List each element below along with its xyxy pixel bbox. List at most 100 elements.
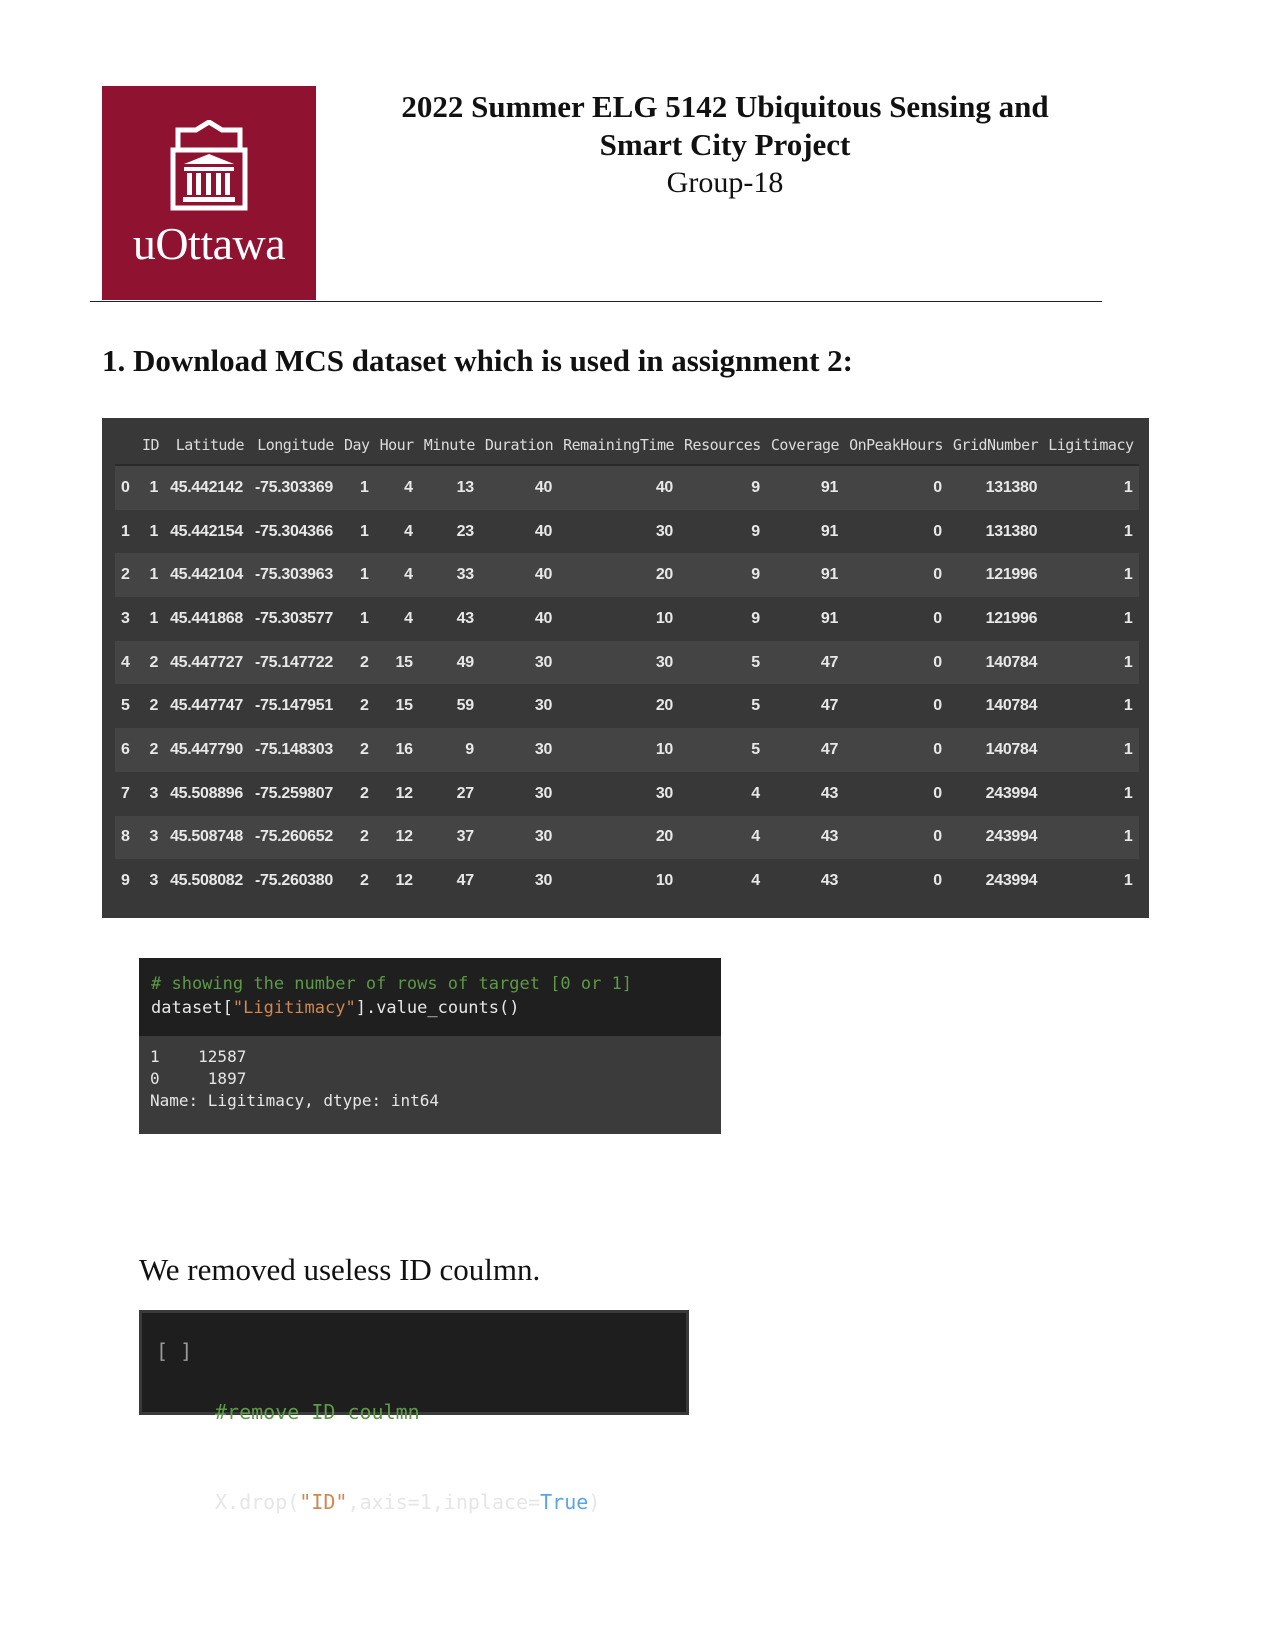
table-row: 4 2 45.447727 -75.147722 2 15 49 30 30 5 47 0 140784… [115,640,1139,685]
table-cell: 40 [655,478,674,496]
table-cell: 59 [456,697,475,715]
table-cell: 243994 [985,784,1038,802]
table-cell: 43 [456,609,475,627]
code-source[interactable]: # showing the number of rows of target [… [139,958,721,1036]
row-index: 3 [121,609,130,627]
table-cell: 91 [820,566,839,584]
table-cell: 5 [751,740,760,758]
code-keyword: True [540,1490,589,1514]
row-index: 8 [121,828,130,846]
table-cell: 23 [456,522,475,540]
table-cell: 4 [404,566,413,584]
table-cell: 1 [1123,740,1133,758]
table-cell: 47 [820,653,839,671]
table-row: 9 3 45.508082 -75.260380 2 12 47 30 10 4 43 0 243994… [115,859,1139,903]
header-divider [90,301,1102,302]
table-cell: 27 [456,784,475,802]
column-header: Latitude [175,436,245,454]
uottawa-logo: uOttawa [102,86,316,300]
table-cell: 4 [404,522,413,540]
university-building-icon [170,120,248,211]
table-cell: 9 [751,478,760,496]
row-index: 9 [121,872,130,890]
table-cell: 1 [359,522,369,540]
table-cell: -75.303369 [255,478,333,496]
table-cell: 1 [359,478,369,496]
table-cell: 9 [751,566,760,584]
table-cell: -75.260652 [255,828,333,846]
table-cell: 9 [465,740,474,758]
table-cell: 37 [456,828,475,846]
table-cell: 0 [933,740,942,758]
table-cell: 43 [820,828,839,846]
table-cell: 13 [456,478,475,496]
run-cell-button[interactable]: [ ] [156,1339,192,1363]
table-cell: 91 [820,522,839,540]
code-token: dataset[ [151,998,233,1018]
code-line: X.drop("ID",axis=1,inplace=True) [215,1487,600,1517]
table-cell: -75.303963 [255,566,333,584]
table-cell: 45.508748 [170,828,243,846]
code-cell-drop-id[interactable]: [ ] #remove ID coulmn X.drop("ID",axis=1… [139,1310,689,1514]
table-cell: -75.260380 [255,872,333,890]
table-cell: 45.447790 [170,740,243,758]
column-header: GridNumber [952,436,1039,454]
table-cell: 0 [933,784,942,802]
table-cell: 2 [149,697,159,715]
table-cell: 0 [933,653,942,671]
table-cell: -75.148303 [255,740,333,758]
column-header: Minute [423,436,476,454]
table-cell: 30 [534,697,553,715]
table-cell: 49 [456,653,475,671]
table-cell: 30 [655,653,674,671]
table-row: 1 1 45.442154 -75.304366 1 4 23 40 30 9 91 0 131380 1 [115,509,1139,554]
table-cell: 47 [820,740,839,758]
code-comment: #remove ID coulmn [215,1400,420,1424]
column-header: Resources [684,436,761,454]
table-cell: 45.441868 [170,609,243,627]
column-header: Coverage [770,436,840,454]
table-cell: 15 [395,697,413,715]
table-cell: -75.147951 [255,697,333,715]
table-cell: 12 [395,872,413,890]
dataframe-output: ID Latitude Longitude Day Hour Minute Duration… [102,418,1149,918]
table-cell: 1 [1123,522,1133,540]
table-cell: 2 [359,740,369,758]
table-cell: 45.447747 [170,697,243,715]
table-cell: 30 [534,784,553,802]
row-index: 6 [121,740,130,758]
table-cell: 30 [655,784,674,802]
table-cell: 4 [751,828,760,846]
dataframe-header-row: ID Latitude Longitude Day Hour Minute Duration… [115,426,1139,465]
table-cell: 0 [933,872,942,890]
table-cell: 0 [933,566,942,584]
table-cell: 4 [751,784,760,802]
body-paragraph: We removed useless ID coulmn. [139,1252,541,1287]
table-cell: 47 [820,697,839,715]
table-cell: 30 [534,653,553,671]
table-cell: 16 [395,740,413,758]
output-line: Name: Ligitimacy, dtype: int64 [150,1091,439,1110]
table-cell: 1 [1123,653,1133,671]
table-cell: 45.508082 [170,872,243,890]
code-cell-value-counts[interactable]: # showing the number of rows of target [… [139,958,721,1134]
column-header: Hour [379,436,415,454]
table-cell: 2 [359,872,369,890]
code-source[interactable]: #remove ID coulmn X.drop("ID",axis=1,inp… [215,1337,600,1577]
table-cell: 2 [149,740,159,758]
row-index: 7 [121,784,130,802]
table-cell: 15 [395,653,413,671]
title-line-2: Smart City Project [599,127,851,162]
table-cell: 2 [149,653,159,671]
table-cell: 140784 [985,697,1038,715]
table-cell: 1 [1123,872,1133,890]
table-cell: 91 [820,609,839,627]
row-index: 0 [121,478,130,496]
table-cell: 4 [404,478,413,496]
table-cell: 0 [933,828,942,846]
table-cell: 1 [1123,697,1133,715]
code-token: ) [588,1490,601,1514]
table-cell: 0 [933,478,942,496]
column-header: Day [343,436,370,454]
code-string: "Ligitimacy" [232,998,356,1018]
